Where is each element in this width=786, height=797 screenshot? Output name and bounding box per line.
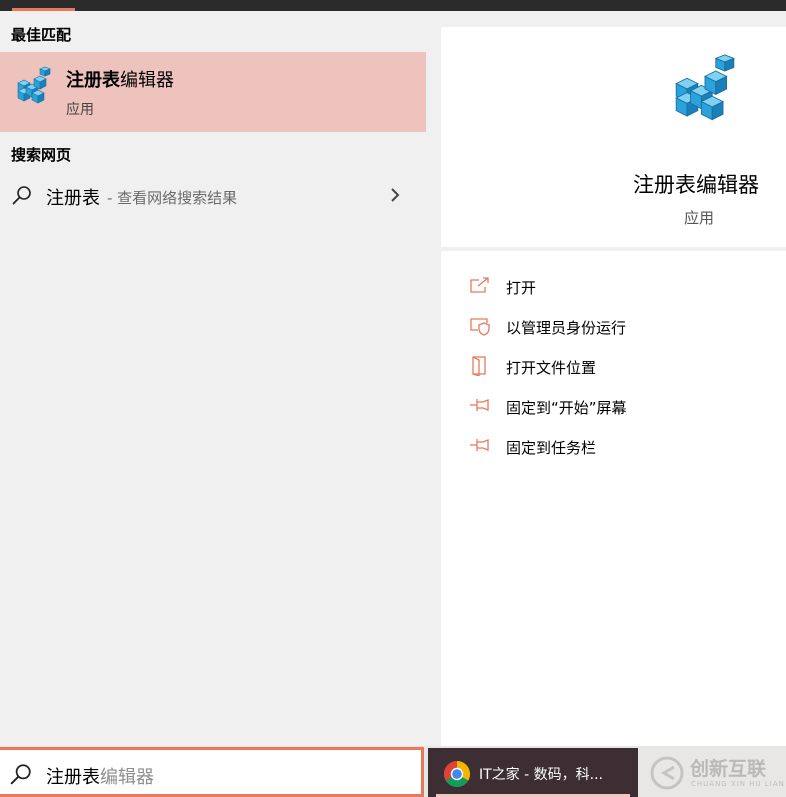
taskbar: 注册表编辑器 IT之家 - 数码，科... 创新互联 CHUANG XIN HU… [0,746,786,797]
preview-subtitle: 应用 [684,209,715,227]
action-open-file-location[interactable]: 打开文件位置 [441,349,786,383]
action-run-as-admin-label: 以管理员身份运行 [506,319,627,337]
run-as-admin-icon [470,318,490,336]
action-list: 打开 以管理员身份运行 打开文件位置 固定到“开始”屏幕 固定到任务栏 [441,251,786,746]
web-search-hint: - 查看网络搜索结果 [107,189,238,207]
action-run-as-admin[interactable]: 以管理员身份运行 [441,309,786,343]
preview-title: 注册表编辑器 [633,173,759,197]
file-location-icon [472,356,486,376]
chrome-icon [443,761,471,788]
web-search-header: 搜索网页 [11,146,72,164]
action-pin-to-start-label: 固定到“开始”屏幕 [506,399,627,417]
web-search-query: 注册表 [46,188,100,209]
taskbar-chrome-label: IT之家 - 数码，科... [479,767,603,783]
registry-editor-icon [17,66,51,104]
pin-icon [470,439,489,451]
open-icon [470,277,489,293]
best-match-title: 注册表编辑器 [66,66,174,92]
action-open-file-location-label: 打开文件位置 [506,359,597,377]
search-icon [10,764,31,785]
web-search-result[interactable]: 注册表 - 查看网络搜索结果 [0,177,426,215]
action-pin-to-taskbar[interactable]: 固定到任务栏 [441,429,786,463]
watermark-logo-icon [650,756,684,790]
action-pin-to-taskbar-label: 固定到任务栏 [506,439,597,457]
best-match-title-rest: 编辑器 [120,70,174,91]
search-input[interactable]: 注册表编辑器 [0,747,424,797]
search-typed-text: 注册表 [46,767,100,788]
search-icon [12,186,31,205]
best-match-subtitle: 应用 [66,102,94,118]
watermark-text: 创新互联 [690,758,767,780]
results-pane: 最佳匹配 注册表编辑器 应用 搜索网页 注册表 - 查看网络搜索结果 [0,11,426,746]
action-pin-to-start[interactable]: 固定到“开始”屏幕 [441,389,786,423]
top-strip [0,0,786,11]
search-query: 注册表编辑器 [46,763,154,789]
watermark-subtext: CHUANG XIN HU LIAN [691,780,785,788]
preview-pane: 注册表编辑器 应用 打开 以管理员身份运行 打开文件位置 固定到“开始”屏幕 固… [426,11,786,746]
best-match-result[interactable]: 注册表编辑器 应用 [0,52,426,132]
chevron-right-icon[interactable] [389,186,401,204]
best-match-title-bold: 注册表 [66,70,120,91]
watermark-logo: 创新互联 CHUANG XIN HU LIAN [650,752,785,794]
action-open[interactable]: 打开 [441,269,786,303]
action-open-label: 打开 [506,279,537,297]
pin-icon [470,399,489,411]
best-match-header: 最佳匹配 [11,26,72,44]
preview-card: 注册表编辑器 应用 [441,27,786,247]
registry-editor-large-icon [675,54,736,121]
taskbar-chrome-window[interactable]: IT之家 - 数码，科... [428,748,638,797]
search-autocomplete-text: 编辑器 [100,767,154,788]
